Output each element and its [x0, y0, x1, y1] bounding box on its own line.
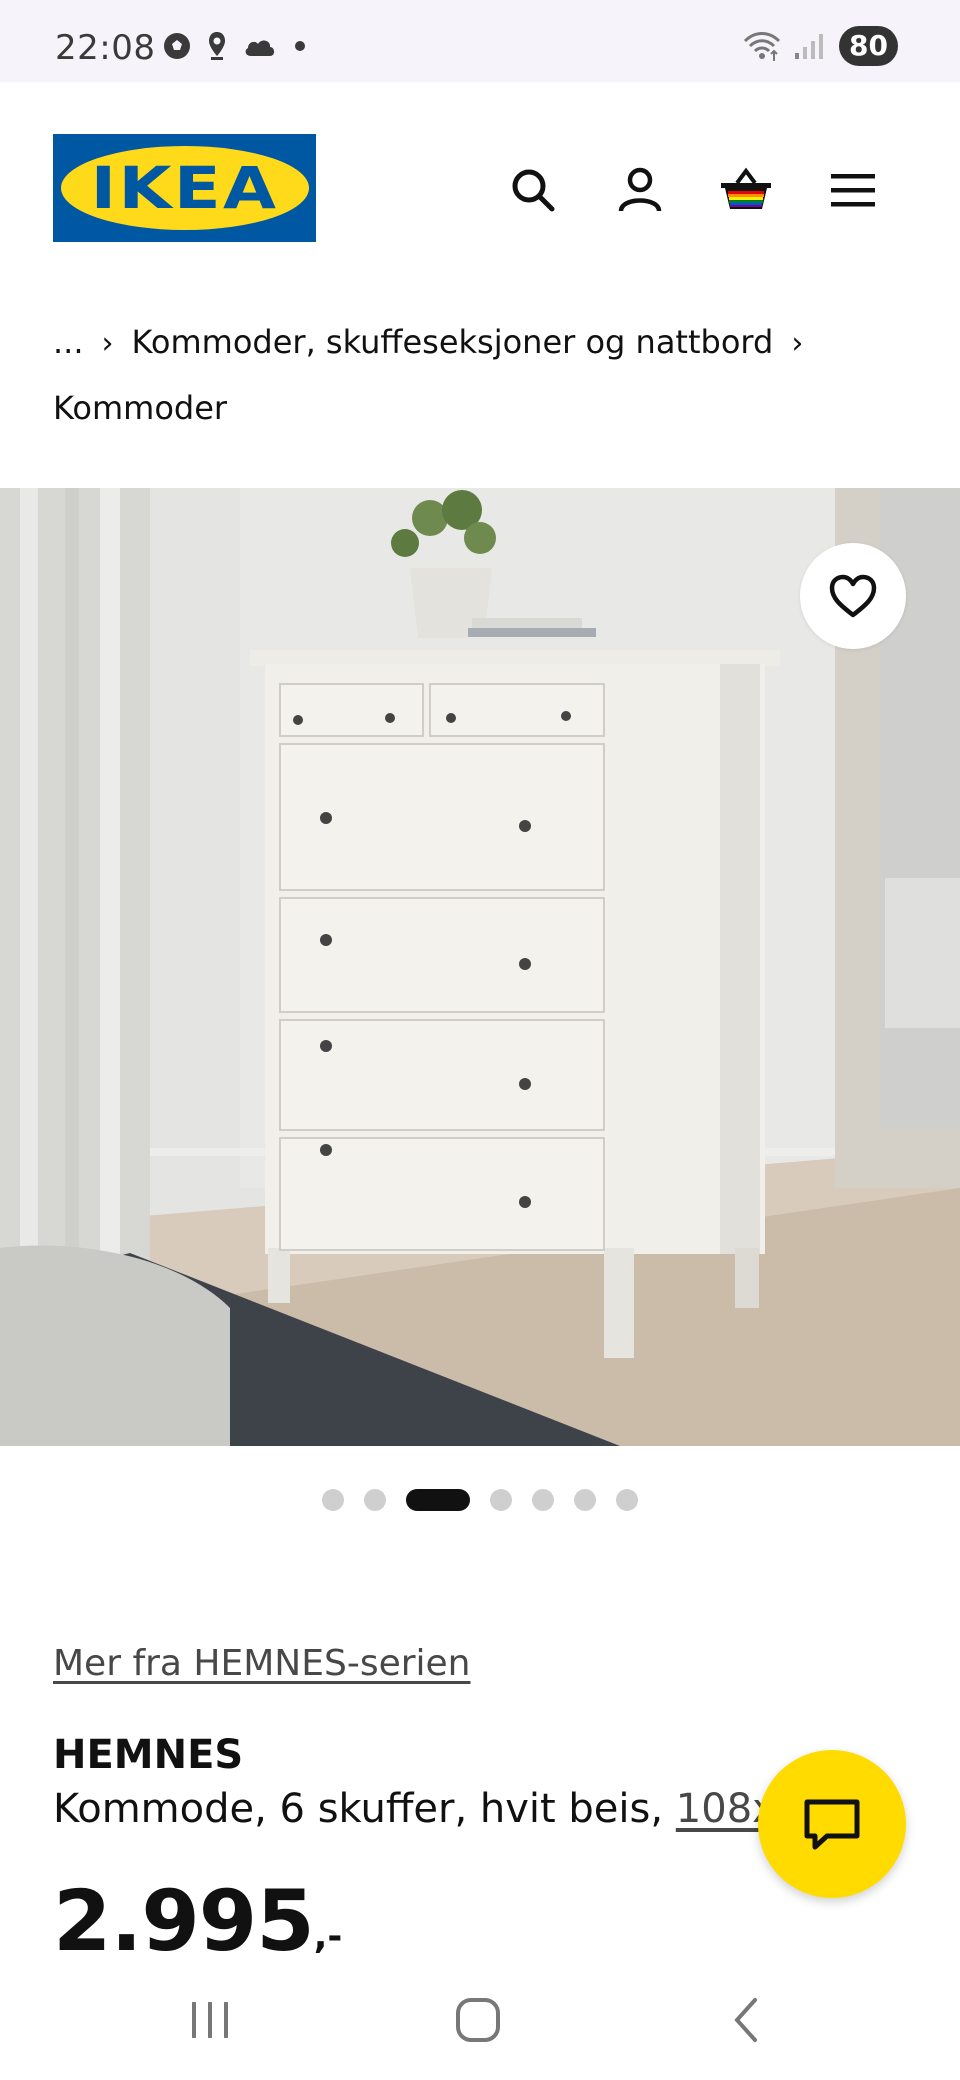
product-description-text: Kommode, 6 skuffer, hvit beis, — [53, 1786, 676, 1832]
carousel-dot-active[interactable] — [406, 1489, 470, 1511]
battery-level: 80 — [839, 26, 898, 66]
recent-apps-button[interactable] — [170, 1990, 250, 2050]
series-link[interactable]: Mer fra HEMNES-serien — [53, 1643, 471, 1684]
cloud-icon — [245, 40, 275, 56]
product-image[interactable] — [0, 488, 960, 1446]
carousel-dot[interactable] — [322, 1489, 344, 1511]
breadcrumb-parent-link[interactable]: Kommoder, skuffeseksjoner og nattbord — [132, 323, 774, 361]
ikea-logo[interactable]: IKEA — [53, 134, 316, 242]
home-icon — [456, 1998, 500, 2042]
carousel-dots — [0, 1488, 960, 1512]
breadcrumb: ... › Kommoder, skuffeseksjoner og nattbor… — [53, 310, 913, 440]
product-description: Kommode, 6 skuffer, hvit beis, 108x131 c… — [53, 1786, 773, 1832]
carousel-dot[interactable] — [574, 1489, 596, 1511]
logo-oval: IKEA — [60, 146, 309, 230]
carousel-dot[interactable] — [532, 1489, 554, 1511]
search-icon — [512, 169, 555, 212]
site-header: IKEA — [0, 82, 960, 292]
breadcrumb-current[interactable]: Kommoder — [53, 389, 227, 427]
home-button[interactable] — [438, 1990, 518, 2050]
logo-text: IKEA — [90, 154, 279, 222]
heart-icon — [829, 574, 877, 618]
product-price: 2.995,- — [53, 1872, 342, 1960]
signal-icon — [795, 34, 824, 59]
status-bar: 22:08 80 — [0, 0, 960, 82]
status-time: 22:08 — [55, 28, 156, 68]
cart-icon — [721, 167, 771, 209]
product-name: HEMNES — [53, 1732, 244, 1778]
price-value: 2.995 — [53, 1872, 315, 1960]
chat-button[interactable] — [758, 1750, 906, 1898]
location-icon — [209, 32, 225, 60]
system-nav-bar — [0, 1960, 960, 2080]
wifi-icon — [743, 32, 781, 61]
breadcrumb-ellipsis[interactable]: ... — [53, 323, 84, 361]
carousel-dot[interactable] — [616, 1489, 638, 1511]
favorite-button[interactable] — [800, 543, 906, 649]
search-button[interactable] — [503, 160, 563, 220]
account-button[interactable] — [610, 160, 670, 220]
chat-icon — [804, 1799, 860, 1850]
cart-button[interactable] — [716, 160, 776, 220]
menu-button[interactable] — [823, 160, 883, 220]
chevron-right-icon: › — [101, 326, 114, 361]
recent-apps-icon — [192, 2002, 228, 2038]
back-icon — [734, 1998, 757, 2042]
status-notification-icons — [162, 30, 308, 62]
dot-icon — [295, 41, 305, 51]
status-system-icons: 80 — [741, 26, 898, 66]
back-button[interactable] — [706, 1990, 786, 2050]
carousel-dot[interactable] — [490, 1489, 512, 1511]
chevron-right-icon: › — [791, 326, 804, 361]
carousel-dot[interactable] — [364, 1489, 386, 1511]
soccer-ball-icon — [164, 33, 190, 59]
price-suffix: ,- — [313, 1916, 343, 1957]
menu-icon — [831, 174, 875, 207]
account-icon — [618, 167, 662, 212]
